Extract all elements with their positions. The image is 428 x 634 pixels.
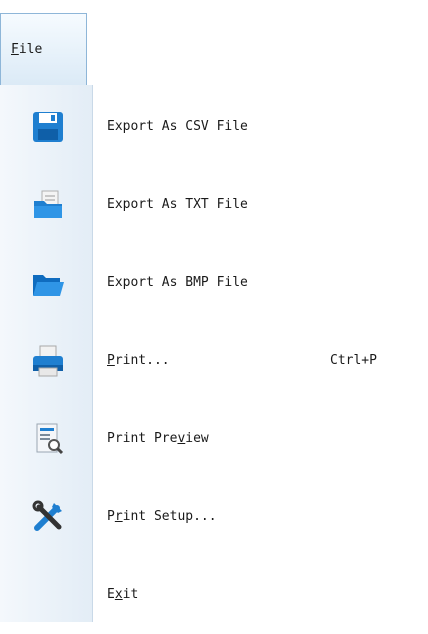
menu-item-print-setup[interactable]: Print Setup...	[0, 478, 428, 556]
tools-icon	[30, 499, 66, 535]
open-folder-icon	[30, 265, 66, 301]
menu-item-label: Exit	[107, 587, 139, 602]
menu-item-label: Export As TXT File	[107, 197, 248, 212]
menu-item-exit[interactable]: Exit	[0, 556, 428, 634]
printer-icon	[30, 343, 66, 379]
floppy-disk-icon	[30, 109, 66, 145]
menu-item-print-preview[interactable]: Print Preview	[0, 400, 428, 478]
print-preview-icon	[30, 421, 66, 457]
menu-item-label: Export As CSV File	[107, 119, 248, 134]
file-menu-tab[interactable]: File	[0, 13, 87, 85]
menu-item-shortcut: Ctrl+P	[330, 353, 377, 368]
menu-item-print[interactable]: Print... Ctrl+P	[0, 322, 428, 400]
menu-item-label: Export As BMP File	[107, 275, 248, 290]
file-dropdown-menu: Export As CSV File Export As TXT File Ex…	[0, 85, 428, 622]
menu-item-export-bmp[interactable]: Export As BMP File	[0, 244, 428, 322]
file-menu-label: File	[11, 42, 43, 57]
folder-documents-icon	[30, 187, 66, 223]
menu-item-export-csv[interactable]: Export As CSV File	[0, 88, 428, 166]
menu-item-export-txt[interactable]: Export As TXT File	[0, 166, 428, 244]
menu-item-label: Print...	[107, 353, 170, 368]
menu-item-label: Print Setup...	[107, 509, 217, 524]
menu-item-label: Print Preview	[107, 431, 209, 446]
